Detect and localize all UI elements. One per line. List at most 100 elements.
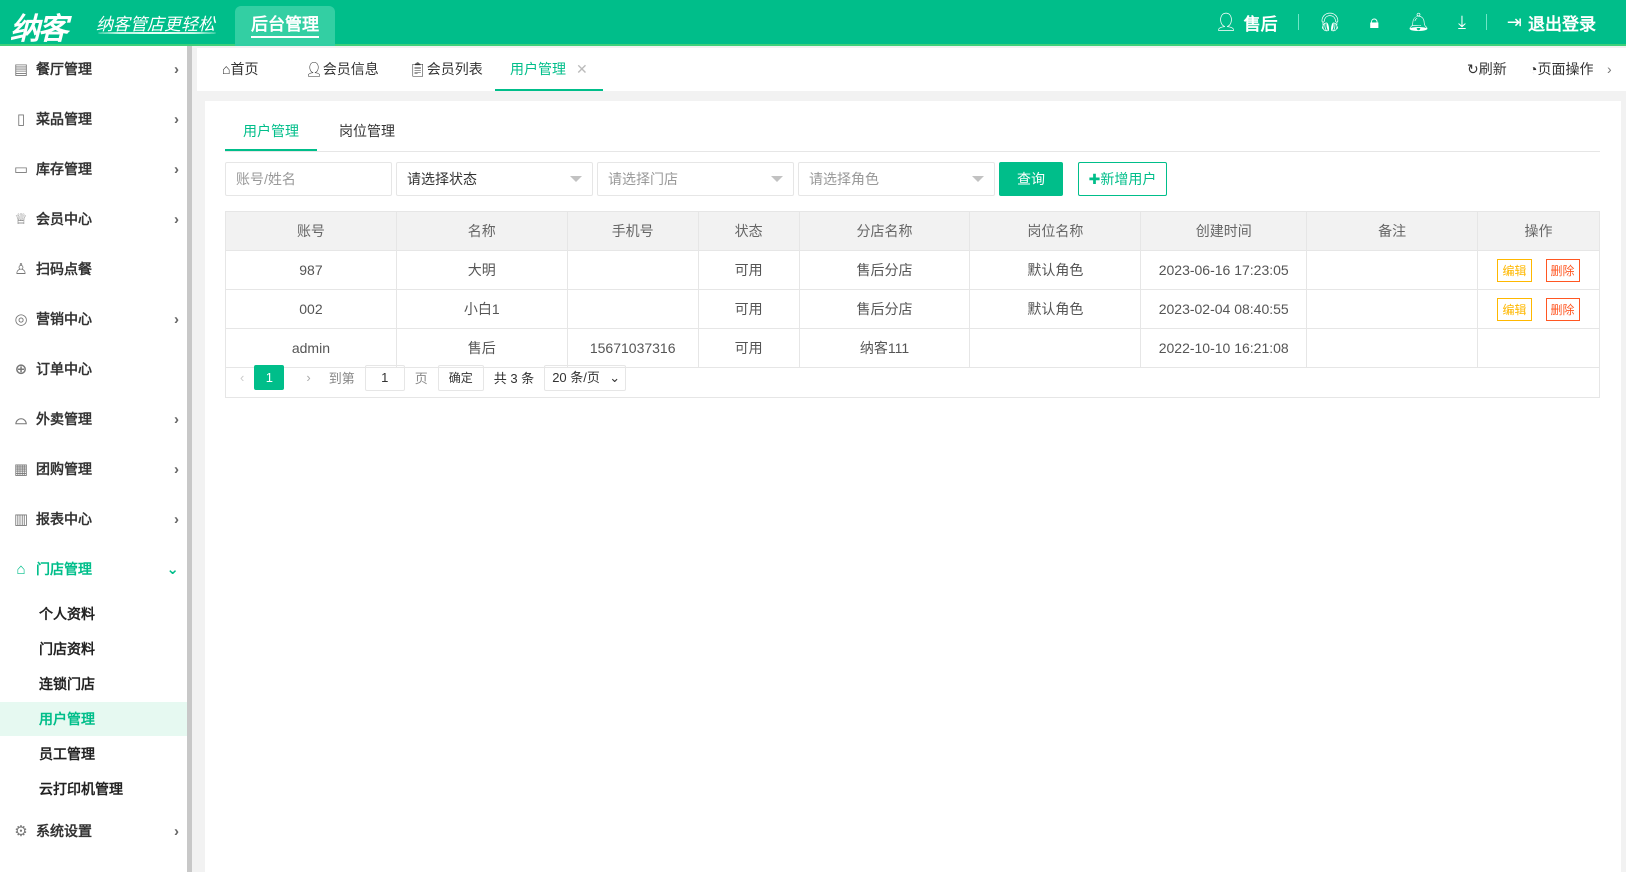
edit-button[interactable]: 编辑 [1497, 258, 1532, 282]
logout-button[interactable]: 退出登录 [1528, 10, 1596, 35]
sidebar-subitem-3[interactable]: 用户管理 [0, 702, 187, 736]
chevron-right-icon: › [174, 210, 179, 228]
store-icon: ⌂ [16, 560, 26, 578]
column-header: 备注 [1306, 211, 1479, 251]
sidebar-item-3[interactable]: ♕ 会员中心 › [0, 199, 187, 239]
sidebar-subitem-1[interactable]: 门店资料 [0, 632, 187, 666]
table-cell: 默认角色 [969, 250, 1142, 290]
user-icon: 👤︎ [1214, 11, 1238, 32]
system-tab-backend[interactable]: 后台管理 [235, 6, 335, 46]
column-header: 分店名称 [798, 211, 971, 251]
table-cell: 可用 [697, 250, 800, 290]
table-cell: 可用 [697, 289, 800, 329]
table-cell: 默认角色 [969, 289, 1142, 329]
page-input[interactable]: 1 [364, 364, 405, 391]
chevron-right-icon[interactable]: › [1607, 48, 1612, 91]
prev-page-icon[interactable]: ‹ [240, 370, 244, 385]
sidebar-item-label: 菜品管理 [36, 111, 92, 127]
layout-icon: ▯ [16, 111, 26, 128]
chevron-right-icon: › [174, 460, 179, 478]
page-1[interactable]: 1 [254, 365, 285, 390]
chevron-right-icon: › [174, 822, 179, 840]
table-cell [1306, 289, 1479, 329]
edit-button[interactable]: 编辑 [1497, 297, 1532, 321]
sidebar-item-7[interactable]: ⌓ 外卖管理 › [0, 399, 187, 439]
next-page-icon[interactable]: › [306, 370, 310, 385]
lock-icon[interactable]: 🔒︎ [1370, 12, 1380, 33]
caret-down-icon [570, 176, 582, 188]
user-icon: ♙ [14, 261, 28, 278]
column-header: 名称 [395, 211, 568, 251]
download-icon[interactable]: ⤓ [1458, 12, 1466, 33]
store-select[interactable]: 请选择门店 [597, 162, 794, 196]
table-cell [1306, 250, 1479, 290]
actions-cell: 编辑 删除 [1477, 289, 1600, 329]
headset-icon[interactable]: 🎧︎ [1319, 12, 1342, 33]
list-icon: 📋︎ [409, 61, 427, 77]
table-row: 987 大明 可用 售后分店 默认角色 2023-06-16 17:23:05 编辑 删除 [225, 250, 1600, 290]
tab-member-info[interactable]: 👤︎会员信息 [305, 48, 379, 91]
sidebar-item-10[interactable]: ⌂ 门店管理 ⌄ [0, 549, 187, 589]
column-header: 账号 [225, 211, 397, 251]
sidebar-item-1[interactable]: ▯ 菜品管理 › [0, 99, 187, 139]
page-size-select[interactable]: 20 条/页 ⌄ [544, 364, 627, 391]
add-user-button[interactable]: ✚新增用户 [1078, 162, 1167, 196]
sidebar-item-2[interactable]: ▭ 库存管理 › [0, 149, 187, 189]
globe-icon: ⊕ [14, 361, 28, 378]
tab-member-list[interactable]: 📋︎会员列表 [409, 48, 483, 91]
sidebar-item-4[interactable]: ♙ 扫码点餐 [0, 249, 187, 289]
table-cell: 小白1 [395, 289, 568, 329]
content-panel: 用户管理 岗位管理 账号/姓名 请选择状态 请选择门店 请选择角色 查询 ✚新增… [205, 101, 1621, 872]
table-row: 002 小白1 可用 售后分店 默认角色 2023-02-04 08:40:55 编辑 删除 [225, 289, 1600, 329]
bell-icon[interactable]: 🔔︎ [1407, 12, 1430, 33]
gear-icon: ⚙ [14, 823, 28, 840]
delete-button[interactable]: 删除 [1545, 297, 1580, 321]
role-select[interactable]: 请选择角色 [798, 162, 995, 196]
sidebar-item-5[interactable]: ◎ 营销中心 › [0, 299, 187, 339]
account-search-input[interactable]: 账号/姓名 [225, 162, 392, 196]
sidebar: ▤ 餐厅管理 › ▯ 菜品管理 › ▭ 库存管理 › ♕ 会员中心 › ♙ 扫码点餐 ◎ 营销中心 › ⊕ 订单中心… [0, 46, 192, 872]
sidebar-item-8[interactable]: ▦ 团购管理 › [0, 449, 187, 489]
column-header: 岗位名称 [969, 211, 1142, 251]
chevron-right-icon: › [174, 60, 179, 78]
table-cell: 002 [225, 289, 397, 329]
chevron-right-icon: › [174, 510, 179, 528]
calendar-icon: ▦ [13, 461, 29, 478]
tab-user-management[interactable]: 用户管理 ✕ [495, 48, 603, 91]
goto-confirm-button[interactable]: 确定 [437, 364, 484, 391]
total-count: 共 3 条 [493, 371, 535, 386]
query-button[interactable]: 查询 [999, 162, 1063, 196]
sidebar-item-label: 报表中心 [36, 511, 92, 527]
tab-home[interactable]: ⌂首页 [222, 48, 258, 91]
sidebar-subitem-5[interactable]: 云打印机管理 [0, 772, 187, 806]
page-ops-button[interactable]: ◔页面操作 [1529, 48, 1593, 91]
refresh-button[interactable]: ↻刷新 [1467, 48, 1507, 91]
sidebar-item-label: 营销中心 [36, 311, 92, 327]
inner-tab-user-management[interactable]: 用户管理 [225, 111, 317, 151]
sidebar-subitem-0[interactable]: 个人资料 [0, 597, 187, 631]
pagination: ‹ 1 › 到第 1 页 确定 共 3 条 20 条/页 ⌄ [225, 358, 1600, 398]
sidebar-item-settings[interactable]: ⚙ 系统设置 › [0, 811, 187, 851]
sidebar-item-label: 门店管理 [36, 561, 92, 577]
status-select[interactable]: 请选择状态 [396, 162, 593, 196]
sidebar-item-0[interactable]: ▤ 餐厅管理 › [0, 49, 187, 89]
column-header: 状态 [697, 211, 800, 251]
table-cell: 987 [225, 250, 397, 290]
logout-icon[interactable]: ⇥ [1507, 12, 1522, 33]
user-name[interactable]: 售后 [1244, 10, 1278, 35]
sidebar-subitem-2[interactable]: 连锁门店 [0, 667, 187, 701]
inner-tab-position-management[interactable]: 岗位管理 [339, 111, 395, 151]
bell-dish-icon: ⌓ [15, 410, 27, 428]
sidebar-item-label: 会员中心 [36, 211, 92, 227]
page-unit: 页 [414, 371, 428, 386]
delete-button[interactable]: 删除 [1545, 258, 1580, 282]
actions-cell: 编辑 删除 [1477, 250, 1600, 290]
table-cell: 2023-02-04 08:40:55 [1140, 289, 1308, 329]
sidebar-subitem-4[interactable]: 员工管理 [0, 737, 187, 771]
close-icon[interactable]: ✕ [576, 61, 588, 77]
caret-down-icon [972, 176, 984, 188]
chevron-down-icon: ⌄ [166, 561, 179, 578]
sidebar-item-6[interactable]: ⊕ 订单中心 [0, 349, 187, 389]
sidebar-item-9[interactable]: ▥ 报表中心 › [0, 499, 187, 539]
slogan-underline [98, 32, 216, 34]
